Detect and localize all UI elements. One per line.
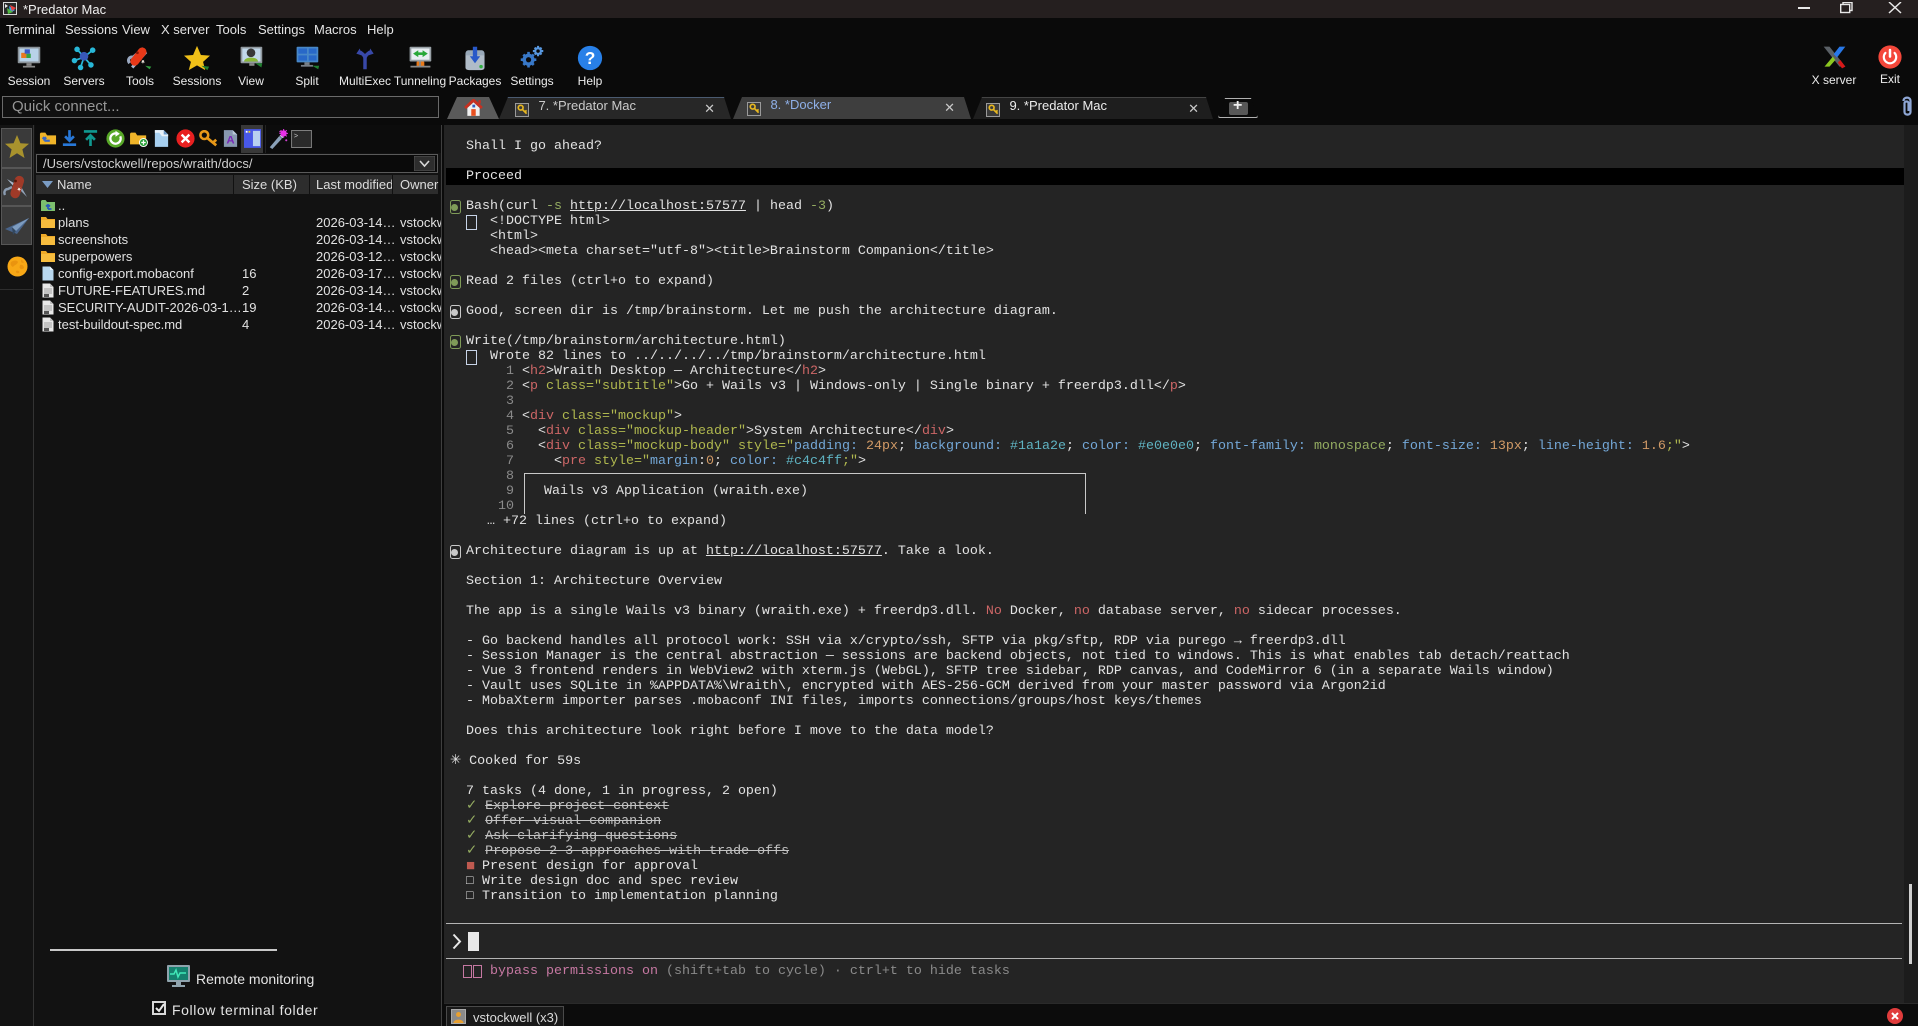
svg-text:?: ? — [585, 48, 596, 68]
svg-text:A: A — [226, 134, 234, 146]
svg-text:>: > — [294, 133, 298, 141]
